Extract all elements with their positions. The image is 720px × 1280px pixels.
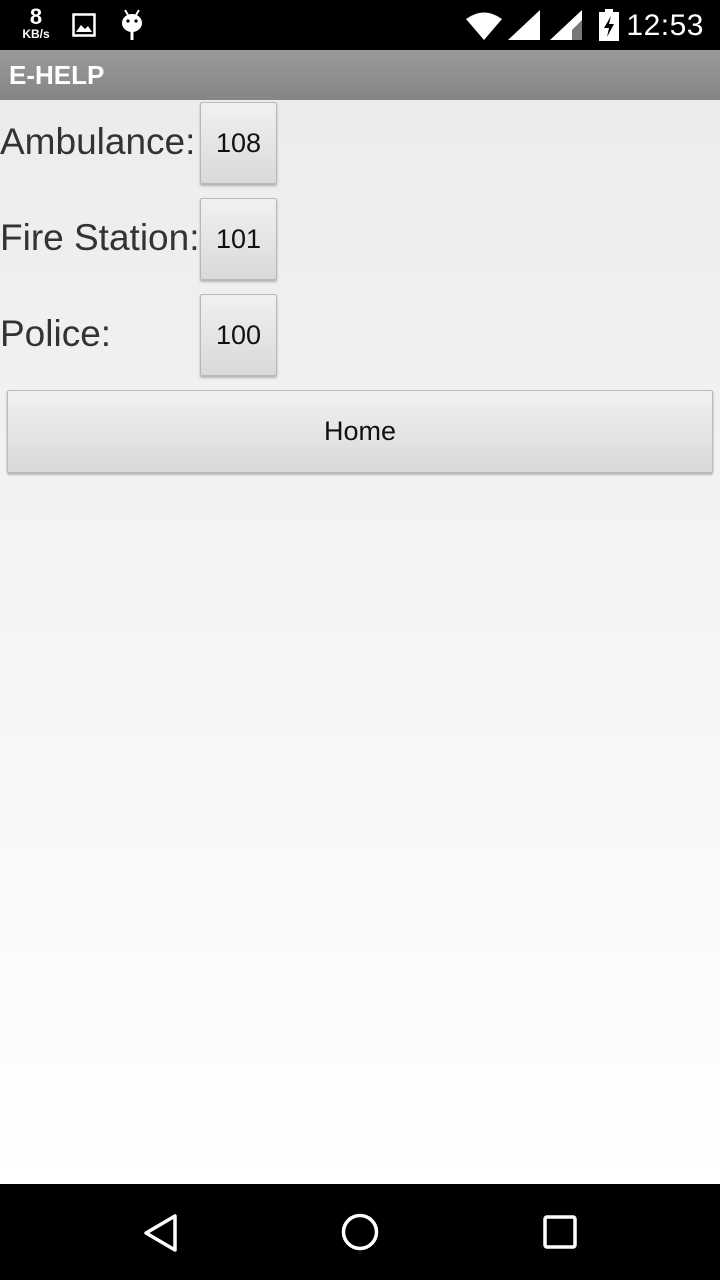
fire-station-label: Fire Station: (0, 217, 200, 258)
network-speed-unit: KB/s (22, 27, 50, 41)
ambulance-number-button[interactable]: 108 (200, 102, 277, 184)
signal-icon-2 (550, 10, 582, 45)
status-bar: 8 KB/s 12:53 (0, 0, 720, 50)
network-speed: 8 KB/s (14, 4, 58, 41)
image-notification-icon (72, 13, 96, 42)
police-number-button[interactable]: 100 (200, 294, 277, 376)
signal-icon (508, 10, 540, 45)
clock: 12:53 (626, 9, 704, 42)
home-circle-icon[interactable] (340, 1212, 380, 1257)
screen: 8 KB/s 12:53 E-HELP Ambulance: 108 Fire … (0, 0, 720, 1280)
battery-charging-icon (598, 9, 620, 46)
back-icon[interactable] (142, 1213, 178, 1258)
home-button[interactable]: Home (7, 390, 713, 473)
content-area: Ambulance: 108 Fire Station: 101 Police:… (0, 100, 720, 1184)
fire-station-number-button[interactable]: 101 (200, 198, 277, 280)
wifi-icon (466, 12, 502, 45)
ambulance-label: Ambulance: (0, 121, 196, 162)
navigation-bar (0, 1184, 720, 1280)
recents-icon[interactable] (542, 1214, 578, 1255)
action-bar: E-HELP (0, 50, 720, 100)
network-speed-value: 8 (29, 4, 43, 29)
app-title: E-HELP (9, 60, 105, 90)
police-label: Police: (0, 313, 112, 354)
android-debug-icon (118, 8, 146, 47)
